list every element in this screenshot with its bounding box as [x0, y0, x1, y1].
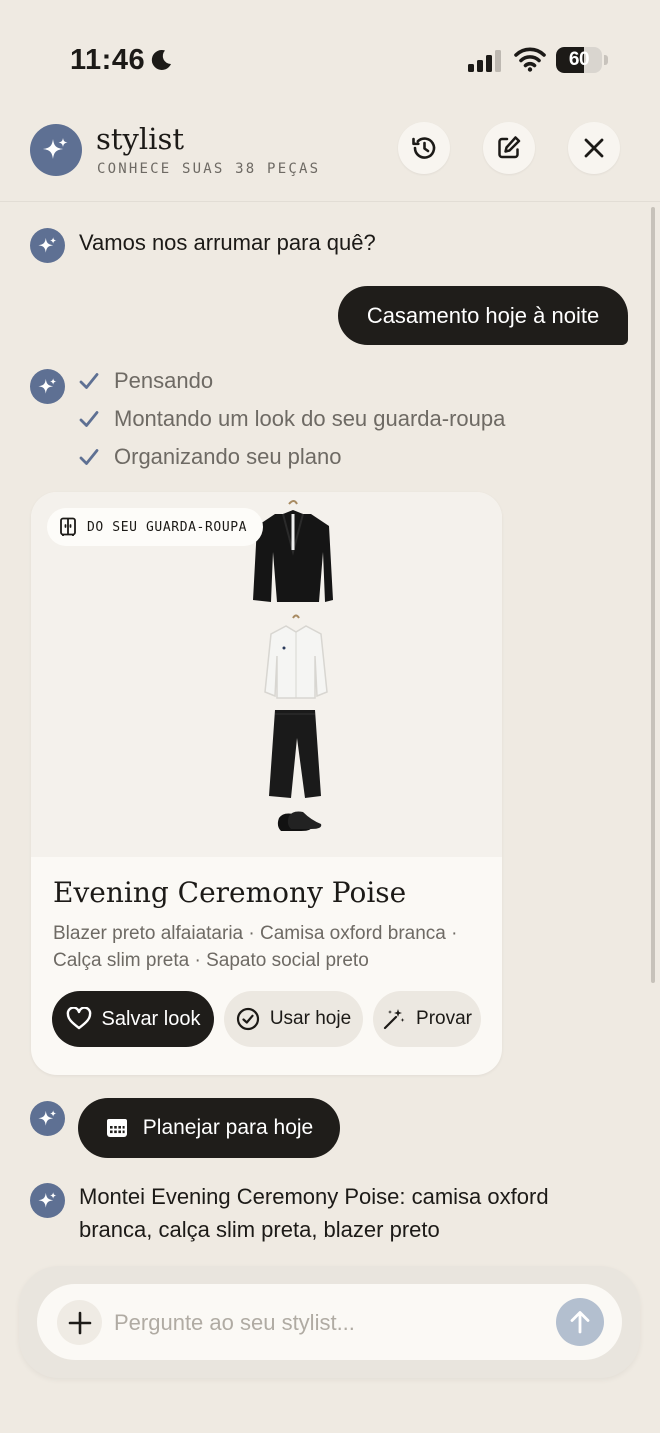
assistant-avatar	[30, 228, 65, 263]
check-icon	[79, 449, 99, 465]
calendar-icon	[106, 1119, 127, 1137]
compose-icon	[498, 136, 521, 159]
stylist-avatar	[30, 124, 82, 176]
progress-step-label: Pensando	[114, 368, 214, 393]
scrollbar[interactable]	[651, 207, 655, 983]
try-on-button[interactable]: Provar	[373, 991, 481, 1047]
add-attachment-button[interactable]	[57, 1300, 102, 1345]
progress-step: Montando um look do seu guarda-roupa	[78, 406, 505, 432]
message-input[interactable]	[114, 1300, 544, 1345]
assistant-avatar	[30, 1101, 65, 1136]
battery-indicator: 60	[556, 47, 608, 73]
magic-wand-icon	[383, 1009, 405, 1030]
new-chat-button[interactable]	[483, 122, 535, 174]
trousers-item	[269, 710, 321, 798]
wardrobe-badge-label: DO SEU GUARDA-ROUPA	[87, 519, 248, 535]
wardrobe-badge: DO SEU GUARDA-ROUPA	[47, 508, 264, 546]
history-icon	[412, 137, 436, 159]
progress-step-label: Organizando seu plano	[114, 444, 342, 469]
outfit-illustration	[253, 500, 333, 831]
use-today-button[interactable]: Usar hoje	[224, 991, 363, 1047]
battery-level: 60	[568, 49, 590, 70]
plan-today-label: Planejar para hoje	[142, 1116, 314, 1139]
assistant-avatar	[30, 1183, 65, 1218]
user-message: Casamento hoje à noite	[338, 286, 628, 345]
arrow-up-icon	[570, 1311, 590, 1334]
shoes-item	[277, 811, 322, 831]
sparkle-icon	[37, 1109, 56, 1126]
save-look-button[interactable]: Salvar look	[52, 991, 214, 1047]
close-button[interactable]	[568, 122, 620, 174]
sparkle-icon	[37, 1191, 56, 1208]
history-button[interactable]	[398, 122, 450, 174]
assistant-summary: Montei Evening Ceremony Poise: camisa ox…	[79, 1184, 549, 1242]
send-button[interactable]	[556, 1298, 604, 1346]
status-time: 11:46	[70, 44, 146, 76]
sparkle-icon	[37, 377, 56, 394]
assistant-message: Vamos nos arrumar para quê?	[79, 230, 376, 255]
app-subtitle: CONHECE SUAS 38 PEÇAS	[97, 161, 321, 177]
progress-step: Organizando seu plano	[78, 444, 342, 470]
check-circle-icon	[236, 1007, 259, 1031]
wifi-icon	[514, 47, 546, 72]
wardrobe-icon	[60, 517, 76, 536]
progress-step: Pensando	[78, 368, 213, 394]
use-today-label: Usar hoje	[269, 1008, 352, 1029]
sparkle-icon	[37, 236, 56, 253]
try-on-label: Provar	[416, 1008, 472, 1029]
outfit-description: Blazer preto alfaiataria · Camisa oxford…	[53, 923, 458, 971]
outfit-image	[31, 492, 502, 857]
outfit-card[interactable]: DO SEU GUARDA-ROUPA Evening Ceremony Poi…	[31, 492, 502, 1075]
sparkle-icon	[43, 138, 68, 159]
assistant-avatar	[30, 369, 65, 404]
blazer-item	[253, 500, 333, 602]
heart-icon	[66, 1007, 91, 1030]
check-icon	[79, 411, 99, 427]
outfit-title: Evening Ceremony Poise	[53, 876, 407, 909]
plus-icon	[68, 1311, 91, 1334]
close-icon	[584, 138, 604, 158]
header-divider	[0, 201, 660, 202]
moon-icon	[151, 49, 171, 70]
signal-icon	[468, 50, 501, 72]
app-title: stylist	[96, 122, 185, 156]
check-icon	[79, 373, 99, 389]
shirt-item	[264, 614, 328, 699]
save-look-label: Salvar look	[101, 1007, 201, 1030]
progress-step-label: Montando um look do seu guarda-roupa	[114, 406, 506, 431]
plan-today-button[interactable]: Planejar para hoje	[78, 1098, 340, 1158]
